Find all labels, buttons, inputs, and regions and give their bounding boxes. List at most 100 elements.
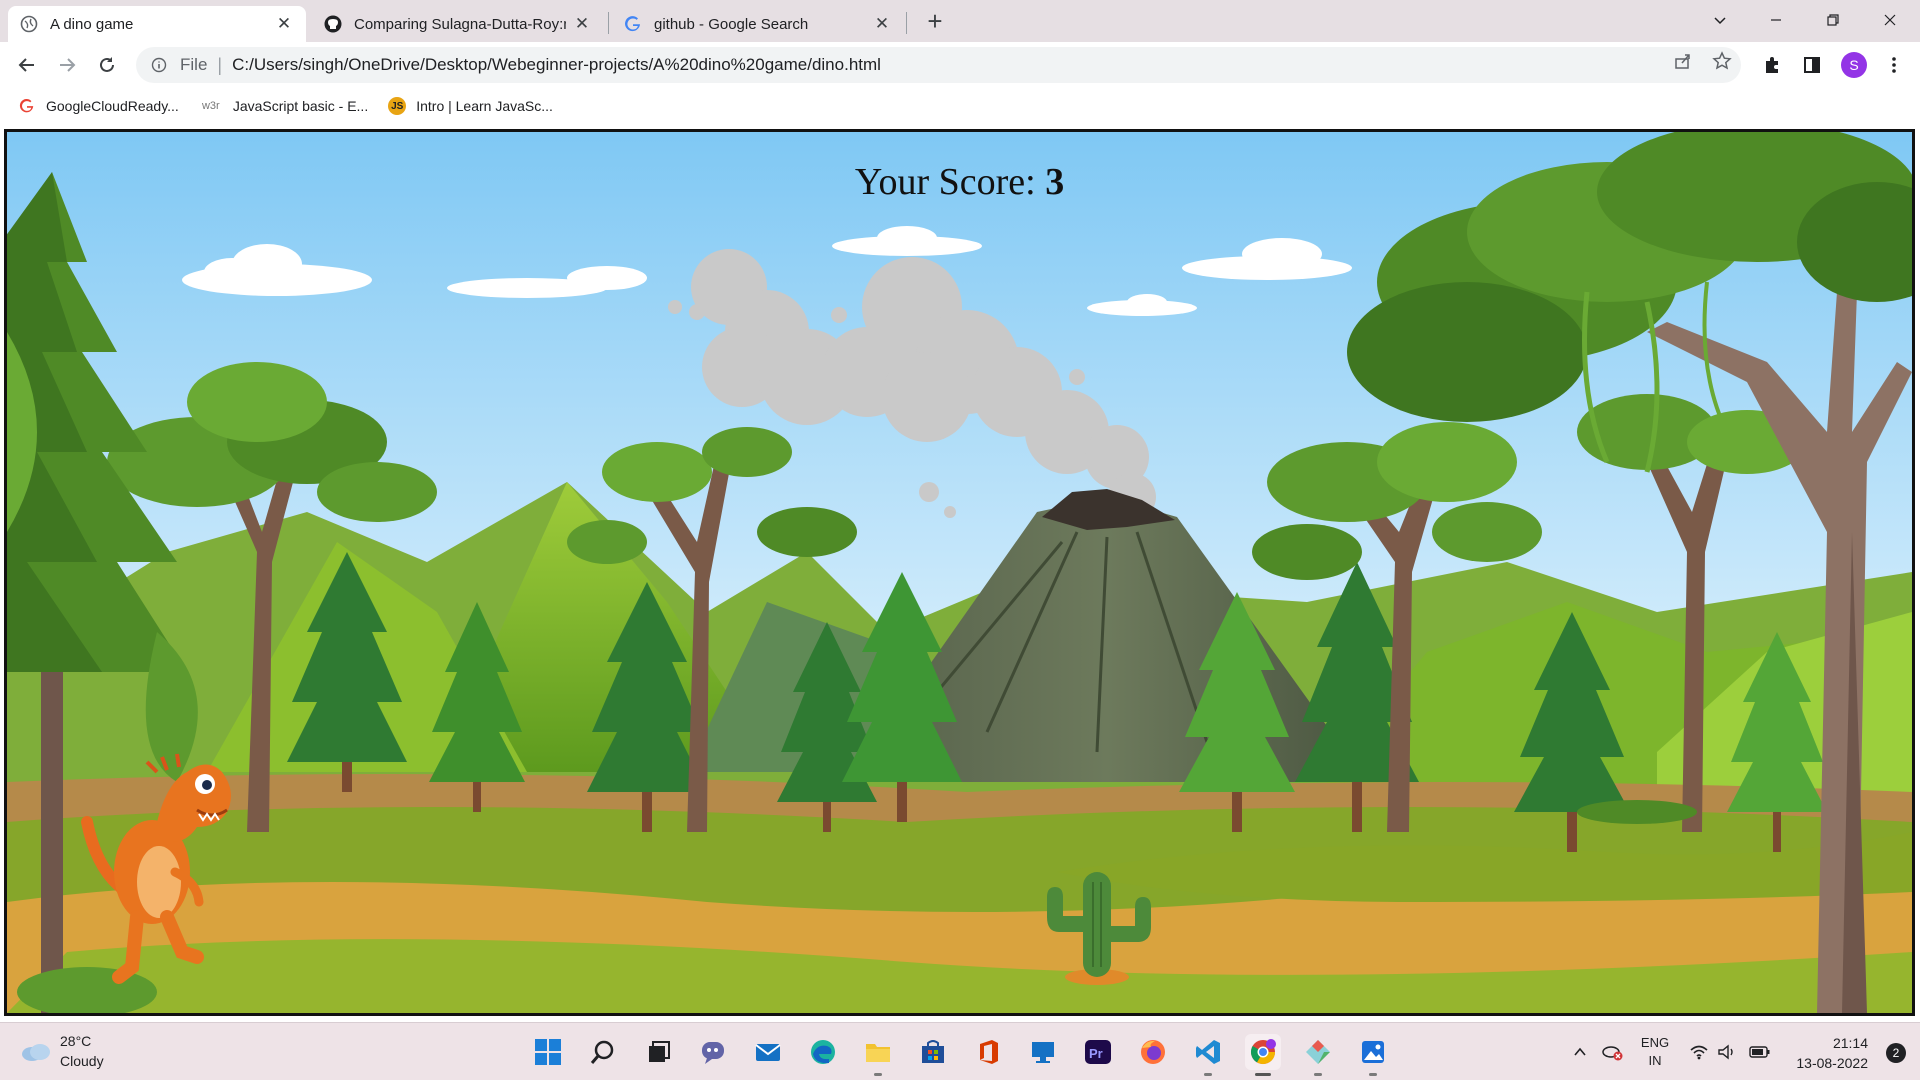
share-icon[interactable]: [1672, 50, 1694, 72]
bookmark-label: Intro | Learn JavaSc...: [416, 98, 553, 114]
close-tab-icon[interactable]: ✕: [872, 14, 892, 34]
windows-taskbar: 28°C Cloudy Pr ENG IN 21:14 13-08-2022 2: [0, 1022, 1920, 1080]
address-divider: |: [217, 54, 223, 75]
bookmark-label: JavaScript basic - E...: [232, 98, 369, 114]
onedrive-tray-button[interactable]: [1598, 1023, 1626, 1081]
close-tab-icon[interactable]: ✕: [274, 14, 294, 34]
search-icon: [590, 1040, 614, 1064]
folder-icon: [866, 1044, 890, 1062]
minimize-icon: [1771, 19, 1781, 21]
extensions-icon[interactable]: [1760, 53, 1784, 77]
monitor-icon: [1032, 1042, 1054, 1063]
bookmark-javascript-basic[interactable]: w3r JavaScript basic - E...: [199, 97, 368, 115]
bookmark-intro-learn-js[interactable]: JS Intro | Learn JavaSc...: [388, 97, 553, 115]
windows-logo-icon: [535, 1039, 561, 1065]
firefox-button[interactable]: [1135, 1034, 1171, 1070]
google-icon: [18, 97, 36, 115]
remote-desktop-button[interactable]: [1025, 1034, 1061, 1070]
tab-strip: A dino game ✕ Comparing Sulagna-Dutta-Ro…: [0, 0, 1920, 42]
volume-tray-button[interactable]: [1714, 1023, 1740, 1081]
weather-widget[interactable]: 28°C Cloudy: [20, 1031, 104, 1071]
vscode-icon: [1196, 1040, 1220, 1064]
search-button[interactable]: [585, 1034, 621, 1070]
language-secondary: IN: [1648, 1053, 1662, 1068]
store-button[interactable]: [915, 1034, 951, 1070]
restore-button[interactable]: [1805, 0, 1861, 40]
address-bar[interactable]: File | C:/Users/singh/OneDrive/Desktop/W…: [136, 47, 1741, 83]
info-icon[interactable]: [150, 56, 168, 74]
bookmark-star-icon[interactable]: [1711, 50, 1733, 72]
bookmark-googlecloud[interactable]: GoogleCloudReady...: [18, 97, 179, 115]
restore-icon: [1827, 14, 1839, 26]
task-view-button[interactable]: [640, 1034, 676, 1070]
photos-button[interactable]: [1355, 1034, 1391, 1076]
profile-avatar[interactable]: S: [1841, 52, 1867, 78]
jungle-volcano-background: [7, 132, 1912, 1013]
bookmark-label: GoogleCloudReady...: [46, 98, 179, 114]
language-indicator[interactable]: ENG IN: [1636, 1023, 1674, 1081]
chat-icon: [702, 1042, 724, 1064]
wifi-tray-button[interactable]: [1686, 1023, 1712, 1081]
game-viewport[interactable]: Your Score: 3: [4, 129, 1915, 1016]
tab-github-compare[interactable]: Comparing Sulagna-Dutta-Roy:m ✕: [312, 6, 604, 42]
reload-button[interactable]: [90, 48, 124, 82]
menu-kebab-icon[interactable]: [1882, 53, 1906, 77]
task-view-icon: [649, 1041, 670, 1062]
mail-button[interactable]: [750, 1034, 786, 1070]
clock-date: 13-08-2022: [1796, 1055, 1868, 1071]
tab-google-search[interactable]: github - Google Search ✕: [612, 6, 904, 42]
arrow-right-icon: [60, 58, 76, 72]
address-url[interactable]: C:/Users/singh/OneDrive/Desktop/Webeginn…: [232, 55, 881, 75]
tab-search-button[interactable]: [1692, 0, 1748, 40]
github-icon: [324, 15, 342, 33]
git-button[interactable]: [1300, 1034, 1336, 1076]
score-display: Your Score: 3: [7, 160, 1912, 204]
system-clock[interactable]: 21:14 13-08-2022: [1796, 1033, 1868, 1073]
forward-button[interactable]: [50, 48, 84, 82]
running-indicator: [874, 1073, 882, 1076]
teams-chat-button[interactable]: [695, 1034, 731, 1070]
reload-icon: [100, 57, 114, 72]
close-window-button[interactable]: [1862, 0, 1918, 40]
running-indicator: [1314, 1073, 1322, 1076]
show-hidden-icons-button[interactable]: [1568, 1023, 1592, 1081]
office-button[interactable]: [970, 1034, 1006, 1070]
firefox-icon: [1141, 1040, 1165, 1064]
tab-dino-game[interactable]: A dino game ✕: [8, 6, 306, 42]
file-explorer-button[interactable]: [860, 1034, 896, 1076]
start-button[interactable]: [530, 1034, 566, 1070]
weather-desc: Cloudy: [60, 1053, 104, 1069]
store-icon: [922, 1040, 944, 1063]
vscode-button[interactable]: [1190, 1034, 1226, 1076]
js-icon: JS: [388, 97, 407, 115]
edge-button[interactable]: [805, 1034, 841, 1070]
tab-title: A dino game: [50, 15, 134, 33]
active-indicator: [1255, 1073, 1271, 1076]
mail-icon: [755, 1044, 781, 1061]
photos-icon: [1362, 1041, 1384, 1063]
close-tab-icon[interactable]: ✕: [572, 14, 592, 34]
onedrive-error-icon: [1602, 1046, 1623, 1061]
side-panel-icon[interactable]: [1800, 53, 1824, 77]
battery-tray-button[interactable]: [1746, 1023, 1774, 1081]
clock-time: 21:14: [1832, 1035, 1868, 1051]
browser-toolbar: File | C:/Users/singh/OneDrive/Desktop/W…: [0, 42, 1920, 88]
premiere-button[interactable]: Pr: [1080, 1034, 1116, 1070]
chrome-button[interactable]: [1245, 1034, 1281, 1076]
minimize-button[interactable]: [1748, 0, 1804, 40]
diamond-app-icon: [1306, 1040, 1330, 1064]
premiere-icon: Pr: [1085, 1040, 1111, 1064]
language-primary: ENG: [1640, 1035, 1670, 1050]
new-tab-button[interactable]: +: [920, 6, 950, 36]
back-button[interactable]: [10, 48, 44, 82]
volume-icon: [1718, 1044, 1733, 1060]
chevron-up-icon: [1574, 1047, 1586, 1056]
chrome-icon: [1250, 1039, 1276, 1065]
edge-icon: [811, 1040, 835, 1064]
score-value: 3: [1045, 161, 1065, 203]
address-scheme: File: [180, 55, 208, 74]
running-indicator: [1204, 1073, 1212, 1076]
google-icon: [624, 15, 642, 33]
weather-temp: 28°C: [60, 1033, 92, 1049]
notification-badge[interactable]: 2: [1886, 1043, 1906, 1063]
